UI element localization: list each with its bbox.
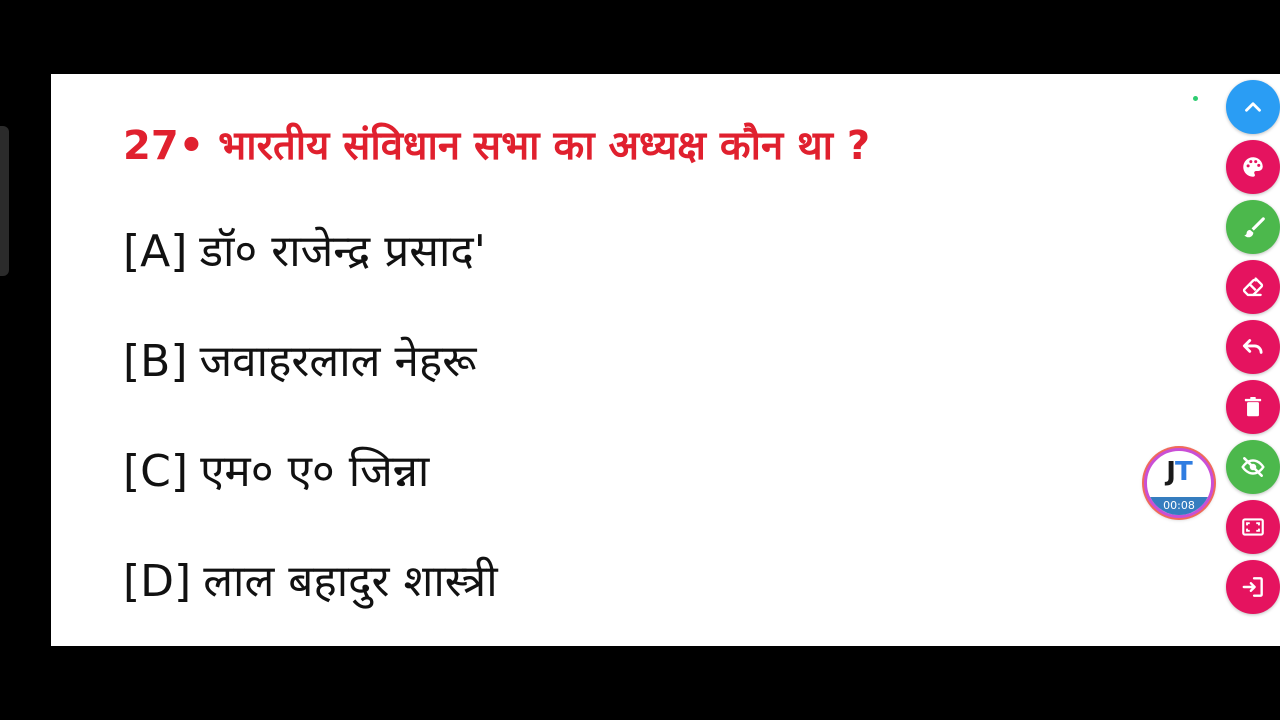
eraser-icon <box>1242 277 1264 297</box>
trash-icon <box>1244 397 1262 417</box>
option-letter: [B] <box>123 336 188 387</box>
side-panel-handle[interactable] <box>0 126 9 276</box>
option-c: [C] एम० ए० जिन्ना <box>123 440 429 504</box>
question-text: 27• भारतीय संविधान सभा का अध्यक्ष कौन था… <box>123 114 870 178</box>
option-text: जवाहरलाल नेहरू <box>199 336 477 387</box>
status-dot <box>1193 96 1198 101</box>
option-text: डॉ० राजेन्द्र प्रसाद' <box>199 226 486 277</box>
brush-button[interactable] <box>1226 200 1280 254</box>
brush-icon <box>1244 217 1265 238</box>
hide-button[interactable] <box>1226 440 1280 494</box>
palette-icon <box>1243 157 1263 177</box>
undo-icon <box>1242 339 1263 354</box>
eraser-button[interactable] <box>1226 260 1280 314</box>
exit-button[interactable] <box>1226 560 1280 614</box>
question-number: 27• <box>123 123 205 169</box>
option-letter: [C] <box>123 446 189 497</box>
option-letter: [A] <box>123 226 188 277</box>
option-letter: [D] <box>123 556 192 607</box>
option-a: [A] डॉ० राजेन्द्र प्रसाद' <box>123 220 486 284</box>
color-palette-button[interactable] <box>1226 140 1280 194</box>
screenshot-button[interactable] <box>1226 500 1280 554</box>
exit-icon <box>1242 577 1263 597</box>
logo-mark: JT <box>1166 457 1192 487</box>
chevron-up-icon <box>1245 102 1261 112</box>
drawing-toolbar <box>1226 80 1280 620</box>
undo-button[interactable] <box>1226 320 1280 374</box>
recorder-bubble[interactable]: JT 00:08 <box>1144 448 1214 518</box>
recording-timer: 00:08 <box>1163 499 1195 512</box>
fullscreen-icon <box>1242 518 1264 536</box>
option-d: [D] लाल बहादुर शास्त्री <box>123 550 498 614</box>
collapse-button[interactable] <box>1226 80 1280 134</box>
eye-off-icon <box>1241 457 1265 477</box>
option-text: एम० ए० जिन्ना <box>200 446 430 497</box>
question-body: भारतीय संविधान सभा का अध्यक्ष कौन था ? <box>218 123 871 169</box>
option-b: [B] जवाहरलाल नेहरू <box>123 330 476 394</box>
whiteboard: 27• भारतीय संविधान सभा का अध्यक्ष कौन था… <box>51 74 1280 646</box>
clear-button[interactable] <box>1226 380 1280 434</box>
option-text: लाल बहादुर शास्त्री <box>203 556 498 607</box>
